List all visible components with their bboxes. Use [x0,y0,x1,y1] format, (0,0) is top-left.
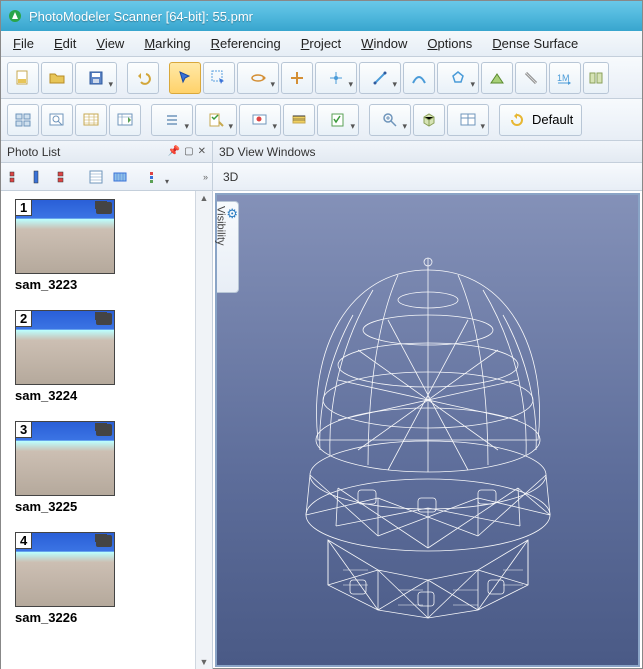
thumbs-tall-button[interactable] [29,166,51,188]
shape-mode-button[interactable] [437,62,479,94]
rotate-view-button[interactable] [237,62,279,94]
photo-table-button[interactable] [109,104,141,136]
menu-file[interactable]: File [13,36,34,51]
3d-viewport[interactable]: ⚙ Visibility [215,193,640,667]
photo-list-title: Photo List [7,145,60,159]
menu-window[interactable]: Window [361,36,407,51]
mark-button[interactable] [195,104,237,136]
titlebar: PhotoModeler Scanner [64-bit]: 55.pmr [1,1,642,31]
photo-index: 1 [15,199,32,216]
thumbs-small-button[interactable] [5,166,27,188]
3d-view-header: 3D View Windows [213,141,642,163]
view-label: 3D [217,170,244,184]
open-table-button[interactable] [75,104,107,136]
menu-marking[interactable]: Marking [144,36,190,51]
3d-view-toolbar: 3D [213,163,642,191]
close-icon[interactable]: ✕ [198,146,206,157]
references-button[interactable] [583,62,609,94]
chips-button[interactable] [109,166,131,188]
new-project-button[interactable] [7,62,39,94]
menu-project[interactable]: Project [301,36,341,51]
list-button[interactable] [151,104,193,136]
menu-referencing[interactable]: Referencing [211,36,281,51]
mode3d-button[interactable] [413,104,445,136]
sort-button[interactable] [141,166,171,188]
photo-name: sam_3226 [15,610,198,625]
photo-name: sam_3223 [15,277,198,292]
point-mode-button[interactable] [315,62,357,94]
app-icon [7,8,23,24]
visibility-tab[interactable]: ⚙ Visibility [217,201,239,293]
camera-icon [96,535,112,547]
measure-button[interactable] [515,62,547,94]
svg-text:1M: 1M [557,73,570,83]
menu-edit[interactable]: Edit [54,36,76,51]
scale-button[interactable]: 1M [549,62,581,94]
visibility-label: Visibility [214,206,226,246]
photo-thumbnail[interactable]: 4 sam_3226 [15,532,198,625]
main-toolbar: 1M [1,57,642,99]
pin-icon[interactable]: 📌 [168,146,180,157]
quality-button[interactable] [317,104,359,136]
3d-wireframe-model [268,240,588,620]
menubar: File Edit View Marking Referencing Proje… [1,31,642,57]
camera-icon [96,313,112,325]
curve-mode-button[interactable] [403,62,435,94]
3d-view-panel: 3D View Windows 3D ⚙ Visibility [213,141,642,669]
select-button[interactable] [169,62,201,94]
scroll-up-icon[interactable]: ▲ [198,191,211,205]
3d-view-title: 3D View Windows [219,145,315,159]
photo-list-header: Photo List 📌 ▢ ✕ [1,141,212,163]
photo-index: 4 [15,532,32,549]
pan-view-button[interactable] [281,62,313,94]
photo-name: sam_3224 [15,388,198,403]
scrollbar[interactable]: ▲ ▼ [195,191,212,669]
layout-icon [508,111,526,129]
window-layout-button[interactable] [7,104,39,136]
open-project-button[interactable] [41,62,73,94]
line-mode-button[interactable] [359,62,401,94]
details-button[interactable] [85,166,107,188]
surface-mode-button[interactable] [481,62,513,94]
chevron-right-icon[interactable]: » [203,172,208,182]
photo-thumbnail[interactable]: 2 sam_3224 [15,310,198,403]
app-title: PhotoModeler Scanner [64-bit]: 55.pmr [29,9,253,24]
dock-icon[interactable]: ▢ [184,146,193,157]
photo-list-panel: Photo List 📌 ▢ ✕ » 1 sam_3223 [1,141,213,669]
scroll-down-icon[interactable]: ▼ [198,655,211,669]
photo-name: sam_3225 [15,499,198,514]
workspace: Photo List 📌 ▢ ✕ » 1 sam_3223 [1,141,642,669]
camera-icon [96,424,112,436]
secondary-toolbar: Default [1,99,642,141]
thumbs-med-button[interactable] [53,166,75,188]
photo-index: 3 [15,421,32,438]
save-button[interactable] [75,62,117,94]
camera-icon [96,202,112,214]
table-view-button[interactable] [447,104,489,136]
open-photo-button[interactable] [41,104,73,136]
layout-label: Default [532,112,573,127]
zoom-button[interactable] [369,104,411,136]
layout-preset-button[interactable]: Default [499,104,582,136]
menu-view[interactable]: View [96,36,124,51]
idealize-button[interactable] [239,104,281,136]
color-button[interactable] [283,104,315,136]
undo-button[interactable] [127,62,159,94]
region-select-button[interactable] [203,62,235,94]
photo-thumbnail[interactable]: 1 sam_3223 [15,199,198,292]
menu-dense-surface[interactable]: Dense Surface [492,36,578,51]
photo-thumbnail[interactable]: 3 sam_3225 [15,421,198,514]
photo-list-toolbar: » [1,163,212,191]
menu-options[interactable]: Options [427,36,472,51]
gear-icon: ⚙ [226,206,238,222]
photo-index: 2 [15,310,32,327]
photo-list: 1 sam_3223 2 sam_3224 3 sam_3225 4 sam_3… [1,191,212,669]
